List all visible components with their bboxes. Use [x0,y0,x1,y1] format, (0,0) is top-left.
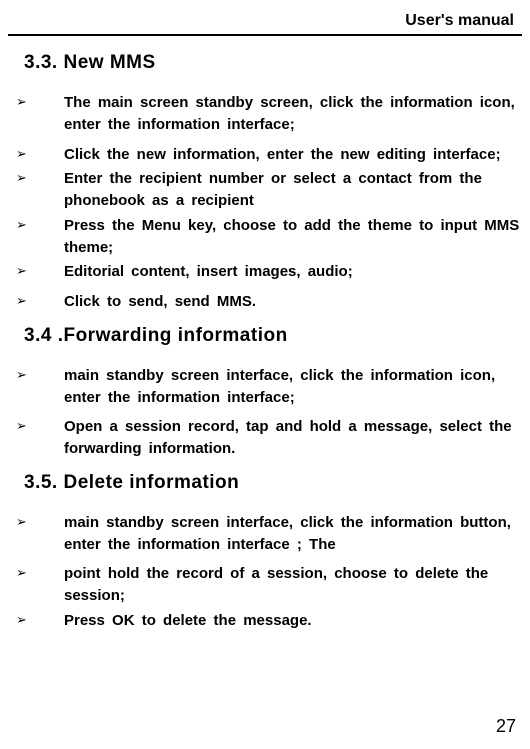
document-header: User's manual [8,12,522,36]
bullet-text: Editorial content, insert images, audio; [64,261,522,283]
list-item: ➢ Press the Menu key, choose to add the … [8,215,522,259]
list-item: ➢ main standby screen interface, click t… [8,365,522,414]
bullet-text: Enter the recipient number or select a c… [64,168,522,212]
bullet-text: Open a session record, tap and hold a me… [64,416,522,460]
bullet-icon: ➢ [16,144,64,162]
bullet-icon: ➢ [16,168,64,186]
list-item: ➢ Press OK to delete the message. [8,610,522,632]
section-title-3-5: 3.5. Delete information [24,472,522,494]
bullet-icon: ➢ [16,416,64,434]
bullet-icon: ➢ [16,365,64,383]
list-item: ➢ Editorial content, insert images, audi… [8,261,522,288]
bullet-text: point hold the record of a session, choo… [64,563,522,607]
section-title-3-3: 3.3. New MMS [24,52,522,74]
list-item: ➢ point hold the record of a session, ch… [8,563,522,607]
bullet-icon: ➢ [16,512,64,530]
list-item: ➢ Click to send, send MMS. [8,291,522,313]
bullet-list-3-3: ➢ The main screen standby screen, click … [8,92,522,313]
bullet-icon: ➢ [16,261,64,279]
bullet-text: Click the new information, enter the new… [64,144,522,166]
list-item: ➢ Click the new information, enter the n… [8,144,522,166]
bullet-icon: ➢ [16,92,64,110]
bullet-list-3-5: ➢ main standby screen interface, click t… [8,512,522,632]
bullet-icon: ➢ [16,563,64,581]
section-title-3-4: 3.4 .Forwarding information [24,325,522,347]
bullet-icon: ➢ [16,291,64,309]
bullet-text: Click to send, send MMS. [64,291,522,313]
bullet-text: Press the Menu key, choose to add the th… [64,215,522,259]
list-item: ➢ The main screen standby screen, click … [8,92,522,141]
page-number: 27 [496,716,516,737]
bullet-text: main standby screen interface, click the… [64,365,522,409]
bullet-icon: ➢ [16,215,64,233]
bullet-text: Press OK to delete the message. [64,610,522,632]
bullet-text: The main screen standby screen, click th… [64,92,522,136]
bullet-list-3-4: ➢ main standby screen interface, click t… [8,365,522,460]
header-title: User's manual [405,12,514,29]
list-item: ➢ Enter the recipient number or select a… [8,168,522,212]
list-item: ➢ Open a session record, tap and hold a … [8,416,522,460]
bullet-icon: ➢ [16,610,64,628]
bullet-text: main standby screen interface, click the… [64,512,522,556]
list-item: ➢ main standby screen interface, click t… [8,512,522,561]
